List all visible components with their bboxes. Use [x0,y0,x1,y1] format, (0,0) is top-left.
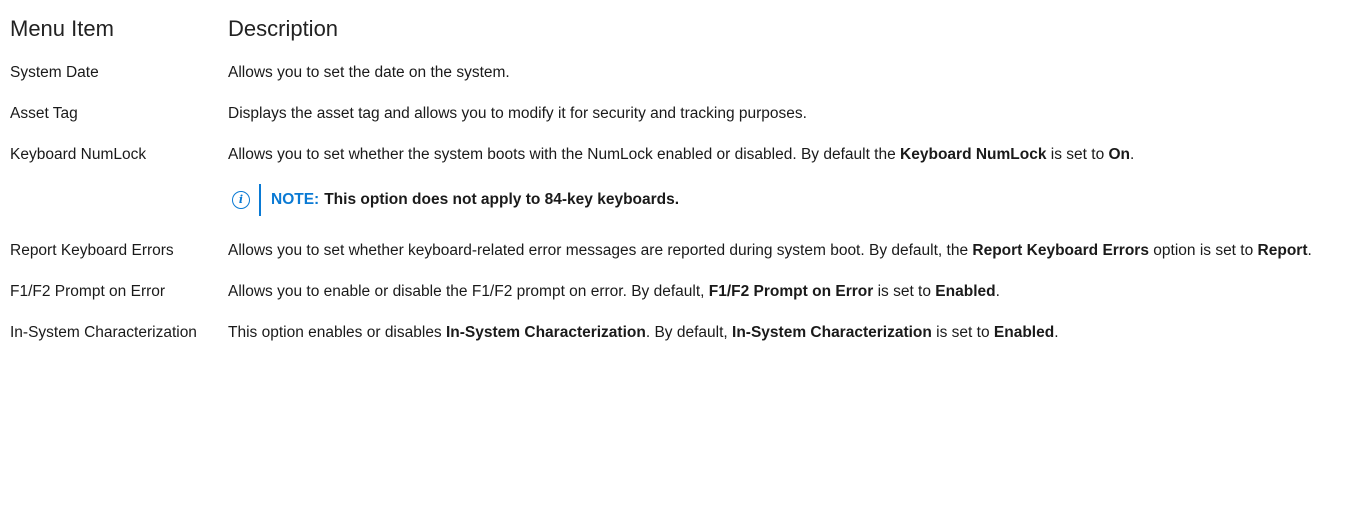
menu-item-description: This option enables or disables In-Syste… [228,320,1350,346]
description-text: Allows you to set whether keyboard-relat… [228,242,973,259]
description-text: . By default, [645,324,733,341]
note-divider [259,184,261,216]
description-text: This option enables or disables [228,324,446,341]
table-row-asset-tag: Asset Tag Displays the asset tag and all… [10,101,1350,127]
description-bold: In-System Characterization [732,324,932,341]
menu-item-name: Asset Tag [10,105,78,122]
table-row-system-date: System Date Allows you to set the date o… [10,60,1350,86]
description-text: Allows you to enable or disable the F1/F… [228,283,709,300]
menu-item-description: Allows you to set the date on the system… [228,64,510,81]
description-paragraph: Allows you to set whether the system boo… [228,142,1350,168]
menu-item-description: Allows you to enable or disable the F1/F… [228,279,1350,305]
menu-items-table: Menu Item Description System Date Allows… [10,0,1350,346]
description-bold: Report Keyboard Errors [972,242,1149,259]
menu-item-name: Keyboard NumLock [10,146,147,163]
note-label: NOTE: [271,191,320,208]
description-text: . [1307,242,1312,259]
description-bold: Report [1257,242,1308,259]
menu-item-name: In-System Characterization [10,324,197,341]
table-header: Menu Item Description [10,0,1350,58]
menu-item-description: Displays the asset tag and allows you to… [228,105,807,122]
description-bold: Keyboard NumLock [900,146,1047,163]
description-bold: Enabled [935,283,996,300]
header-menu-item: Menu Item [10,16,114,41]
info-icon: i [232,191,250,209]
header-description: Description [228,16,339,41]
description-text: . [1054,324,1059,341]
description-text: . [1130,146,1135,163]
description-text: is set to [1046,146,1109,163]
description-text: option is set to [1148,242,1258,259]
note-callout: i NOTE: This option does not apply to 84… [232,182,1350,218]
description-text: is set to [931,324,994,341]
description-text: Allows you to set whether the system boo… [228,146,901,163]
menu-item-name: Report Keyboard Errors [10,242,174,259]
table-row-in-system-characterization: In-System Characterization This option e… [10,320,1350,346]
table-row-keyboard-numlock: Keyboard NumLock Allows you to set wheth… [10,142,1350,218]
description-bold: In-System Characterization [446,324,646,341]
description-text: . [995,283,1000,300]
table-row-f1f2-prompt: F1/F2 Prompt on Error Allows you to enab… [10,279,1350,305]
menu-item-name: F1/F2 Prompt on Error [10,283,166,300]
description-text: is set to [873,283,936,300]
note-text: This option does not apply to 84-key key… [324,191,680,208]
menu-item-description: Allows you to set whether keyboard-relat… [228,238,1350,264]
description-bold: On [1108,146,1131,163]
table-row-report-keyboard-errors: Report Keyboard Errors Allows you to set… [10,238,1350,264]
description-bold: Enabled [993,324,1055,341]
menu-item-name: System Date [10,64,99,81]
description-bold: F1/F2 Prompt on Error [708,283,874,300]
menu-item-description: Allows you to set whether the system boo… [228,142,1350,218]
